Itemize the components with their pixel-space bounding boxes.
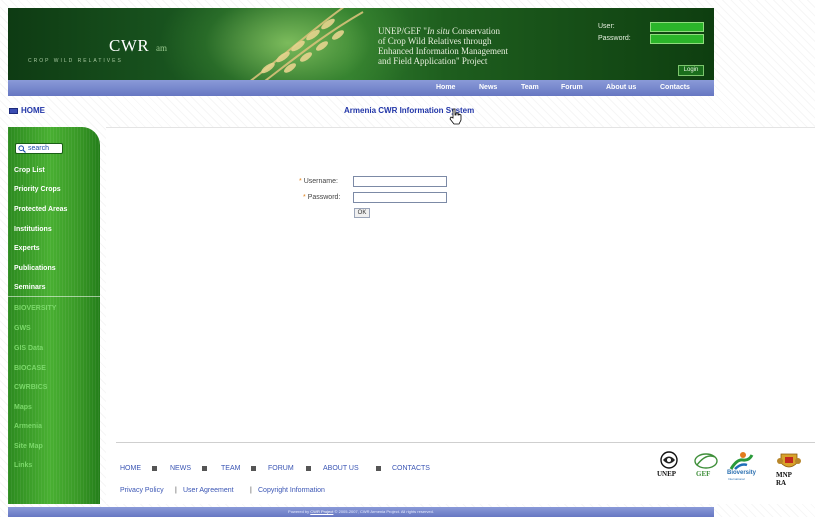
password-label: * Password: (303, 194, 340, 201)
breadcrumb-home[interactable]: HOME (21, 106, 45, 115)
powered-by-prefix: Powered by (288, 509, 310, 514)
content-area (106, 127, 815, 504)
footer-link-contacts[interactable]: CONTACTS (392, 465, 430, 472)
hand-cursor-icon (449, 108, 462, 125)
sidebar-item-bioversity[interactable]: BIOVERSITY (14, 305, 56, 312)
unep-emblem-icon (660, 451, 678, 469)
header-user-input[interactable] (650, 22, 704, 32)
legal-separator: | (250, 487, 252, 494)
unep-logo[interactable]: UNEP (657, 451, 680, 478)
nav-team[interactable]: Team (521, 84, 539, 91)
bioversity-emblem-icon (729, 452, 754, 470)
search-icon (18, 145, 26, 153)
sidebar-item-gws[interactable]: GWS (14, 325, 31, 332)
footer-separator (251, 466, 256, 471)
sidebar-item-seminars[interactable]: Seminars (14, 284, 46, 291)
header-user-label: User: (598, 23, 615, 30)
gef-logo[interactable]: GEF (693, 451, 719, 478)
gef-label: GEF (696, 470, 711, 478)
search-label: search (28, 145, 50, 152)
privacy-policy-link[interactable]: Privacy Policy (120, 487, 164, 494)
footer-link-about-us[interactable]: ABOUT US (323, 465, 359, 472)
footer-separator (376, 466, 381, 471)
armenia-coat-of-arms-icon (777, 453, 801, 468)
footer-link-forum[interactable]: FORUM (268, 465, 294, 472)
sidebar-item-site-map[interactable]: Site Map (14, 443, 43, 450)
nav-home[interactable]: Home (436, 84, 455, 91)
header-banner: CWR am CROP WILD RELATIVES UNEP/GEF "In … (8, 8, 714, 80)
nav-contacts[interactable]: Contacts (660, 84, 690, 91)
footer-separator (306, 466, 311, 471)
bioversity-logo[interactable]: Bioversity International (727, 451, 757, 481)
header-password-input[interactable] (650, 34, 704, 44)
footer-link-team[interactable]: TEAM (221, 465, 240, 472)
sidebar-item-institutions[interactable]: Institutions (14, 226, 52, 233)
sidebar-item-crop-list[interactable]: Crop List (14, 167, 45, 174)
sidebar-divider (8, 296, 100, 297)
sidebar-item-links[interactable]: Links (14, 462, 32, 469)
powered-by-bar: Powered by CWR Project © 2005-2007, CWR … (8, 507, 714, 517)
nav-forum[interactable]: Forum (561, 84, 583, 91)
legal-separator: | (175, 487, 177, 494)
logo-tagline: CROP WILD RELATIVES (28, 58, 123, 64)
footer-separator (202, 466, 207, 471)
ok-button[interactable]: OK (354, 208, 370, 218)
project-title-line-3: Enhanced Information Management (378, 46, 508, 56)
footer-separator (152, 466, 157, 471)
sidebar-item-priority-crops[interactable]: Priority Crops (14, 186, 61, 193)
footer-divider (116, 442, 815, 443)
footer-link-news[interactable]: NEWS (170, 465, 191, 472)
username-label-text: Username: (303, 178, 338, 185)
username-label: * Username: (299, 178, 338, 185)
project-title-emphasis: In situ (426, 26, 450, 36)
header-login-button[interactable]: Login (678, 65, 704, 76)
nav-about-us[interactable]: About us (606, 84, 636, 91)
nav-news[interactable]: News (479, 84, 497, 91)
password-required-marker: * (303, 194, 306, 201)
sidebar-item-publications[interactable]: Publications (14, 265, 56, 272)
user-agreement-link[interactable]: User Agreement (183, 487, 234, 494)
project-title-rest: Conservation (449, 26, 500, 36)
sidebar-item-biocase[interactable]: BIOCASE (14, 365, 46, 372)
sidebar-item-gis-data[interactable]: GIS Data (14, 345, 43, 352)
footer-link-home[interactable]: HOME (120, 465, 141, 472)
bioversity-sub: International (728, 477, 745, 481)
sidebar-item-protected-areas[interactable]: Protected Areas (14, 206, 67, 213)
project-title-line-2: of Crop Wild Relatives through (378, 36, 492, 46)
mnp-ra-label: MNP RA (776, 471, 792, 487)
sidebar-search-button[interactable]: search (15, 143, 63, 154)
wheat-illustration (250, 8, 364, 80)
page: CWR am CROP WILD RELATIVES UNEP/GEF "In … (0, 0, 815, 517)
powered-by-link[interactable]: CWR Project (310, 509, 333, 514)
home-icon (9, 108, 18, 114)
project-title-prefix: UNEP/GEF " (378, 26, 427, 36)
sidebar: search Crop List Priority Crops Protecte… (8, 127, 100, 504)
sidebar-item-armenia[interactable]: Armenia (14, 423, 42, 430)
sidebar-item-maps[interactable]: Maps (14, 404, 32, 411)
header-password-label: Password: (598, 35, 631, 42)
logo-text[interactable]: CWR (109, 36, 149, 56)
password-label-text: Password: (307, 194, 341, 201)
username-input[interactable] (353, 176, 447, 187)
mnp-ra-logo[interactable]: MNP RA (776, 451, 801, 487)
unep-label: UNEP (657, 470, 677, 478)
username-required-marker: * (299, 178, 302, 185)
logo-suffix: am (156, 43, 167, 53)
sidebar-item-cwrbics[interactable]: CWRBICS (14, 384, 47, 391)
project-title: UNEP/GEF "In situ Conservation of Crop W… (378, 26, 558, 66)
bioversity-label: Bioversity (727, 470, 757, 476)
project-title-line-4: and Field Application" Project (378, 56, 488, 66)
top-nav: Home News Team Forum About us Contacts (8, 80, 714, 96)
copyright-link[interactable]: Copyright Information (258, 487, 325, 494)
password-input[interactable] (353, 192, 447, 203)
powered-by-suffix: © 2005-2007, CWR Armenia Project. All ri… (334, 509, 434, 514)
gef-emblem-icon (694, 453, 718, 469)
sidebar-item-experts[interactable]: Experts (14, 245, 40, 252)
